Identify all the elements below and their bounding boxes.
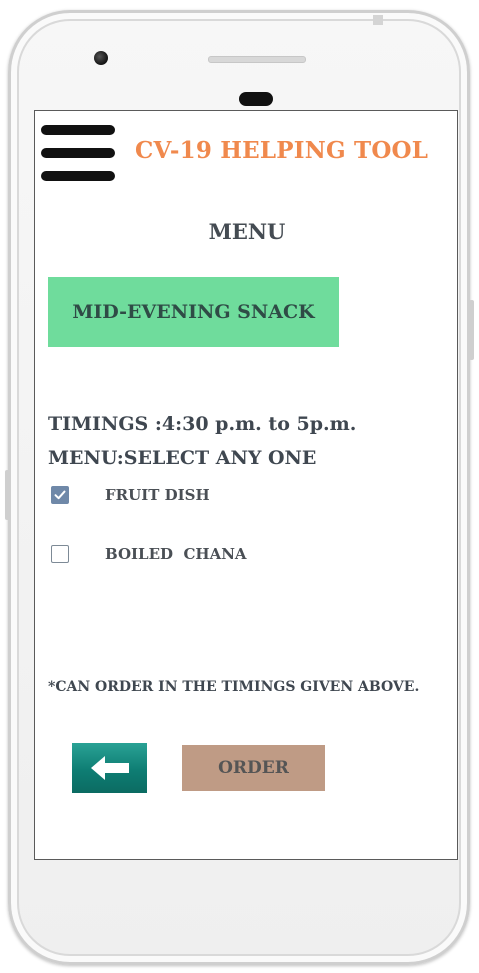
side-button-right (469, 300, 474, 360)
fruit-dish-checkbox[interactable] (51, 486, 69, 504)
front-camera-icon (94, 51, 108, 65)
option-fruit-dish[interactable]: FRUIT DISH (51, 484, 210, 506)
timings-text: TIMINGS :4:30 p.m. to 5p.m. (48, 413, 357, 435)
hamburger-menu-icon[interactable] (41, 125, 115, 181)
checkmark-icon (54, 490, 66, 500)
app-title: CV-19 HELPING TOOL (135, 137, 429, 164)
top-edge-mark (373, 15, 383, 25)
left-arrow-icon (90, 756, 129, 780)
meal-name-badge: MID-EVENING SNACK (48, 277, 339, 347)
order-button[interactable]: ORDER (182, 745, 325, 791)
page-title: MENU (208, 219, 286, 244)
order-timing-note: *CAN ORDER IN THE TIMINGS GIVEN ABOVE. (48, 679, 420, 695)
side-button-left (5, 470, 10, 520)
back-button[interactable] (72, 743, 147, 793)
boiled-chana-checkbox[interactable] (51, 545, 69, 563)
app-screen: CV-19 HELPING TOOL MENU MID-EVENING SNAC… (34, 110, 458, 860)
menu-instruction: MENU:SELECT ANY ONE (48, 447, 317, 469)
option-boiled-chana[interactable]: BOILED CHANA (51, 543, 247, 565)
option-label: BOILED CHANA (105, 545, 247, 563)
option-label: FRUIT DISH (105, 486, 210, 504)
earpiece-speaker (208, 56, 306, 63)
proximity-sensor (239, 92, 273, 106)
